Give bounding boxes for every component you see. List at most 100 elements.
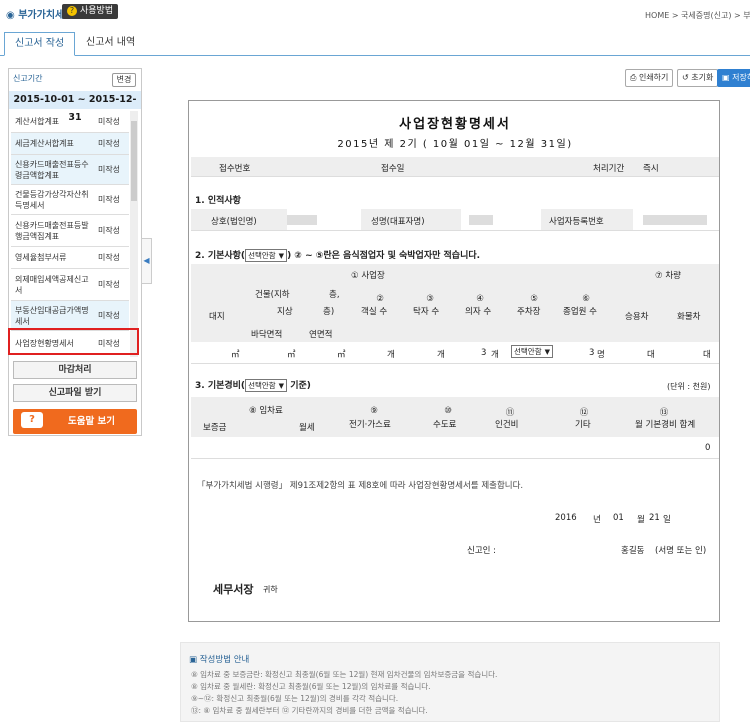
tables-unit: 개 [437,350,445,360]
item-status: 미작성 [97,165,121,174]
receipt-date-label: 접수일 [381,164,405,174]
expense-header-bg [191,397,719,437]
period-range: 2015-10-01 ~ 2015-12-31 [9,91,141,123]
declaration-text: 「부가가치세법 시행령」 제91조제2항의 표 제8호에 따라 사업장현황명세서… [197,481,524,491]
change-period-button[interactable]: 변경 [112,73,136,87]
sec2-select[interactable]: 선택안함 ▼ [245,249,288,262]
tab-bar: 신고서 작성 신고서 내역 [0,30,750,56]
close-button[interactable]: 마감처리 [13,361,137,379]
date-year[interactable]: 2016 [555,513,577,523]
unit-note: (단위 : 천원) [667,382,711,391]
personal-info-row: 상호(법인명) 성명(대표자명) 사업자등록번호 [191,209,719,231]
scrollbar-thumb[interactable] [131,121,137,201]
item-status: 미작성 [97,311,121,320]
collapse-sidebar-icon[interactable]: ◀ [141,238,152,284]
app-title-text: 부가가치세 [18,10,65,21]
app-title: ◉ 부가가치세 [6,6,64,21]
sec2-prefix: 2. 기본사항( [195,251,246,261]
date-month[interactable]: 01 [613,513,624,523]
item-name: 세금계산서합계표 [15,139,74,148]
save-button[interactable]: ▣ 저장하기 [717,69,750,87]
item-status: 미작성 [97,226,121,235]
list-item[interactable]: 신용카드매출전표등발행금액집계표 미작성 [11,215,129,247]
list-item[interactable]: 신용카드매출전표등수령금액합계표 미작성 [11,155,129,185]
date-day-label: 일 [663,515,671,525]
save-icon: ▣ [722,73,733,82]
chevron-down-icon: ▼ [278,252,285,260]
receive-file-button[interactable]: 신고파일 받기 [13,384,137,402]
h-floor-area: 바닥면적 [251,330,283,340]
rooms-unit: 개 [387,350,395,360]
reset-label: 초기화 [691,73,714,82]
reset-button[interactable]: ↺ 초기화 [677,69,719,87]
help-button[interactable]: ? 도움말 보기 [13,409,137,434]
h-deposit: 보증금 [203,423,227,433]
list-item[interactable]: 건물등감가상각자산취득명세서 미작성 [11,185,129,215]
parking-select-value: 선택안함 [514,347,542,356]
tab-write-report[interactable]: 신고서 작성 [4,32,76,56]
list-scrollbar[interactable] [130,111,138,357]
sec3-prefix: 3. 기본경비( [195,381,246,391]
sec2-suffix: ) ② ~ ⑤란은 음식점업자 및 숙박업자만 적습니다. [287,251,481,261]
total-area-unit: ㎡ [337,350,346,360]
parking-select[interactable]: 선택안함 ▼ [511,345,553,358]
truck-unit: 대 [703,350,711,360]
save-label: 저장하기 [732,73,750,82]
item-name: 신용카드매출전표등수령금액합계표 [15,159,89,180]
h-tables: 탁자 수 [413,307,440,317]
h-seats: 객실 수 [361,307,388,317]
biz-no-label: 사업자등록번호 [549,217,604,227]
h-total-num: ⑬ [659,408,669,418]
usage-button[interactable]: ? 사용방법 [62,4,119,19]
sec3-select-value: 선택안함 [248,381,276,390]
guide-line: ⑬: ⑧ 임차료 중 월세란부터 ⑫ 기타란까지의 경비를 더한 금액을 적습니… [191,706,428,715]
h-parking: 주차장 [517,307,541,317]
guide-line: ⑧ 임차료 중 보증금란: 확정신고 최종월(6월 또는 12월) 현재 임차건… [191,670,498,679]
h-above: 지상 [277,307,293,317]
date-month-label: 월 [637,515,645,525]
print-label: 인쇄하기 [638,73,669,82]
h-floor2: 층) [323,307,335,317]
rep-name-masked [469,215,493,225]
period-label: 신고기간 [13,74,43,83]
h-rent: ⑧ 임차료 [249,406,283,416]
list-item[interactable]: 계산서합계표 미작성 [11,111,129,133]
tax-office: 세무서장 [213,583,254,596]
sec3-suffix: 기준) [290,381,311,391]
list-item[interactable]: 의제매입세액공제신고서 미작성 [11,269,129,301]
staff-value[interactable]: 3 [589,348,594,358]
list-item[interactable]: 부동산임대공급가액명세서 미작성 [11,301,129,331]
reset-icon: ↺ [682,73,692,82]
h-elec: 전기·가스료 [349,420,391,430]
item-name: 의제매입세액공제신고서 [15,274,89,295]
h-total: 월 기본경비 합계 [635,420,696,430]
doc-subtitle: 2015년 제 2기 ( 10월 01일 ~ 12월 31일) [337,139,573,150]
list-item[interactable]: 영세율첨부서류 미작성 [11,247,129,269]
biz-name-masked [287,215,317,225]
h-etc-num: ⑫ [579,408,589,418]
item-name: 영세율첨부서류 [15,253,67,262]
h-floor1: 층, [329,290,340,300]
help-bubble-icon: ? [21,412,43,428]
basic-values-row: ㎡ ㎡ ㎡ 개 개 3 개 선택안함 ▼ 3 명 대 대 [191,342,719,364]
date-day[interactable]: 21 [649,513,660,523]
h-seats-num: ② [376,294,384,304]
biz-no-masked [643,215,707,225]
print-button[interactable]: ⎙ 인쇄하기 [625,69,674,87]
sec2-select-value: 선택안함 [248,251,276,260]
reporter-name: 홍길동 [621,546,645,556]
h-truck: 화물차 [677,312,701,322]
tab-report-history[interactable]: 신고서 내역 [76,32,145,56]
h-tables-num: ③ [426,294,434,304]
h-water: 수도료 [433,420,457,430]
selected-highlight [8,328,139,355]
sec3-select[interactable]: 선택안함 ▼ [245,379,288,392]
list-item[interactable]: 세금계산서합계표 미작성 [11,133,129,155]
biz-name-label: 상호(법인명) [211,217,257,227]
chairs-value[interactable]: 3 [481,348,486,358]
h-land: 대지 [209,312,225,322]
h-elec-num: ⑨ [370,406,378,416]
location-icon: ◉ [6,10,19,21]
section-expenses: 3. 기본경비(선택안함 ▼ 기준) [195,378,311,392]
car-unit: 대 [647,350,655,360]
